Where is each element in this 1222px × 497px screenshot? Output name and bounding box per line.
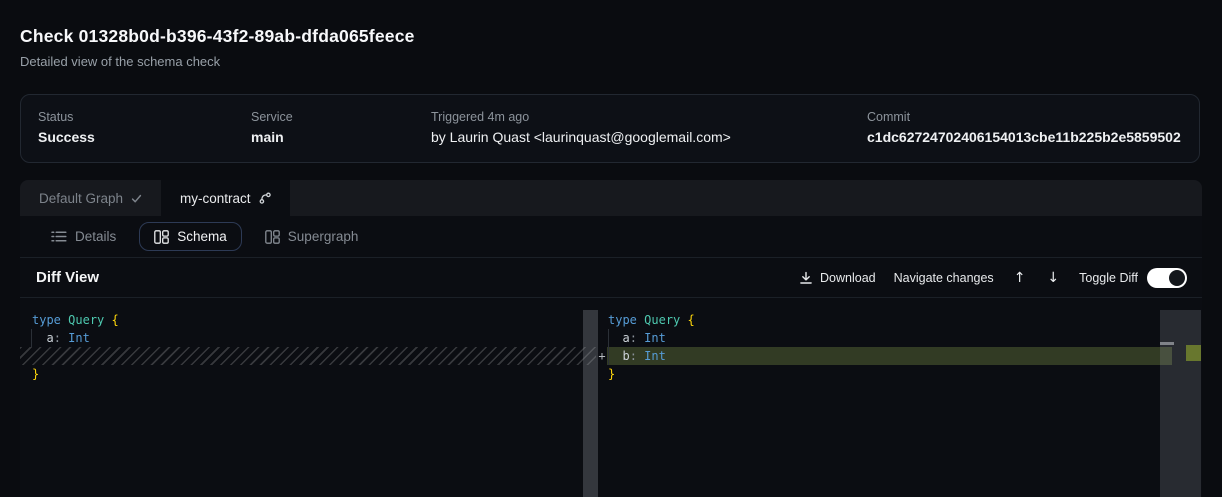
- toggle-diff-label: Toggle Diff: [1079, 271, 1138, 285]
- code-line: type Query {: [597, 311, 1202, 329]
- check-summary-card: Status Success Service main Triggered 4m…: [20, 94, 1200, 163]
- list-icon: [51, 230, 67, 243]
- page-title: Check 01328b0d-b396-43f2-89ab-dfda065fee…: [20, 26, 415, 47]
- tab-details[interactable]: Details: [36, 222, 131, 251]
- diff-editor-right[interactable]: type Query { a: Int b: Int}: [597, 298, 1202, 497]
- code-line: type Query {: [20, 311, 596, 329]
- view-tab-strip: Details Schema Supergraph: [20, 216, 1202, 258]
- triggered-value: by Laurin Quast <laurinquast@googlemail.…: [431, 129, 731, 145]
- triggered-label: Triggered 4m ago: [431, 110, 731, 124]
- diff-controls: Download Navigate changes ↑ ↓ Toggle Dif…: [799, 268, 1187, 288]
- toggle-diff-group: Toggle Diff: [1079, 268, 1187, 288]
- diff-view-title: Diff View: [36, 269, 99, 286]
- commit-field: Commit c1dc62724702406154013cbe11b225b2e…: [867, 110, 1181, 145]
- page-subtitle: Detailed view of the schema check: [20, 54, 415, 69]
- page-header: Check 01328b0d-b396-43f2-89ab-dfda065fee…: [20, 26, 415, 69]
- scrollbar-slider[interactable]: [1160, 342, 1174, 345]
- overview-added-marker: [1186, 345, 1201, 361]
- diff-editor-left[interactable]: type Query { a: Int}: [20, 298, 596, 497]
- download-label: Download: [820, 271, 876, 285]
- code-line: a: Int: [597, 329, 1202, 347]
- tab-default-graph-label: Default Graph: [39, 191, 123, 206]
- tab-supergraph[interactable]: Supergraph: [250, 222, 374, 251]
- service-field: Service main: [251, 110, 293, 145]
- navigate-changes-label: Navigate changes: [894, 271, 994, 285]
- download-icon: [799, 271, 813, 285]
- commit-value: c1dc62724702406154013cbe11b225b2e5859502: [867, 129, 1181, 145]
- check-detail-panel: Default Graph my-contract Details: [20, 180, 1202, 497]
- switch-knob: [1169, 270, 1185, 286]
- code-line: }: [20, 365, 596, 383]
- tab-my-contract-label: my-contract: [180, 191, 251, 206]
- previous-change-button[interactable]: ↑: [1012, 270, 1028, 286]
- code-line: }: [597, 365, 1202, 383]
- right-editor-scrollbar[interactable]: [1160, 310, 1201, 497]
- tab-schema[interactable]: Schema: [139, 222, 242, 251]
- toggle-diff-switch[interactable]: [1147, 268, 1187, 288]
- diff-editor: type Query { a: Int} type Query { a: Int…: [20, 298, 1202, 497]
- tab-supergraph-label: Supergraph: [288, 229, 359, 244]
- status-value: Success: [38, 129, 95, 145]
- code-line: a: Int: [20, 329, 596, 347]
- code-line-added: b: Int: [607, 347, 1172, 365]
- commit-label: Commit: [867, 110, 1181, 124]
- tab-my-contract[interactable]: my-contract: [161, 180, 290, 216]
- added-line-sign: +: [597, 347, 607, 365]
- columns-icon: [265, 230, 280, 244]
- tab-details-label: Details: [75, 229, 116, 244]
- left-editor-scrollbar[interactable]: [583, 310, 598, 497]
- download-button[interactable]: Download: [799, 271, 876, 285]
- service-value: main: [251, 129, 293, 145]
- next-change-button[interactable]: ↓: [1045, 270, 1061, 286]
- service-label: Service: [251, 110, 293, 124]
- triggered-field: Triggered 4m ago by Laurin Quast <laurin…: [431, 110, 731, 145]
- check-icon: [131, 193, 142, 204]
- tab-schema-label: Schema: [177, 229, 227, 244]
- tab-default-graph[interactable]: Default Graph: [20, 180, 161, 216]
- columns-icon: [154, 230, 169, 244]
- status-label: Status: [38, 110, 95, 124]
- diff-header: Diff View Download Navigate changes ↑ ↓ …: [20, 258, 1202, 298]
- diff-filler-line: [20, 347, 596, 365]
- status-field: Status Success: [38, 110, 95, 145]
- contract-icon: [259, 192, 271, 204]
- graph-tab-strip: Default Graph my-contract: [20, 180, 1202, 216]
